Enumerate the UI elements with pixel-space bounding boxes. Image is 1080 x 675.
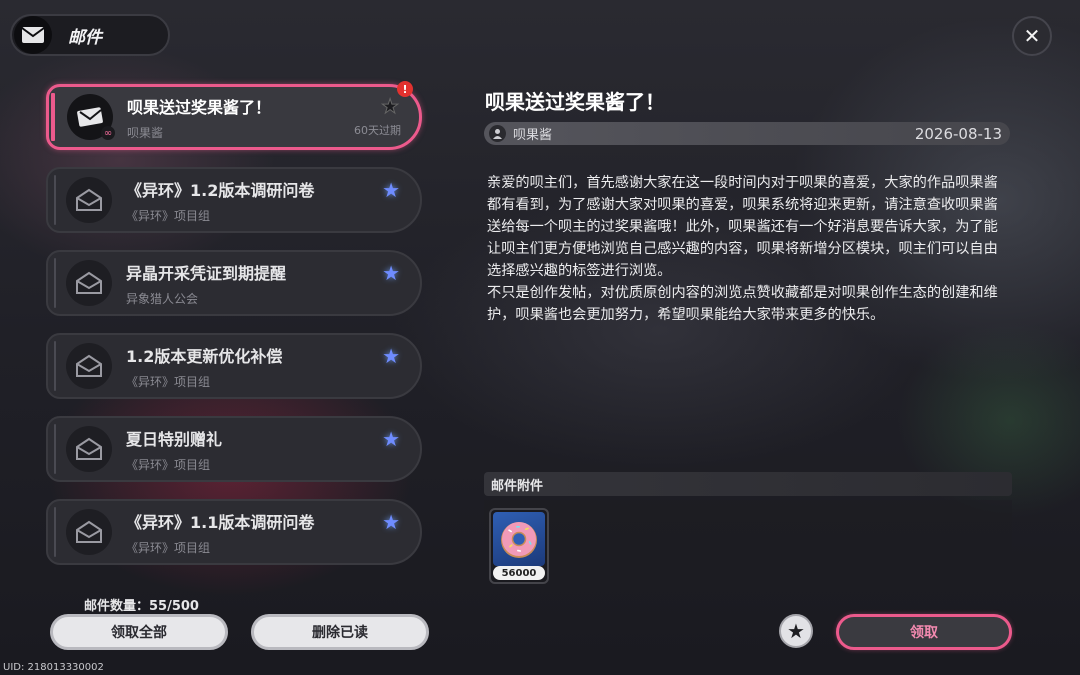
open-envelope-icon xyxy=(66,509,112,555)
donut-icon xyxy=(493,512,545,566)
mail-sender: 《异环》项目组 xyxy=(126,457,211,472)
star-icon[interactable]: ★ xyxy=(382,344,400,368)
alert-badge: ! xyxy=(397,81,413,97)
attachments-area xyxy=(484,500,1012,588)
mail-list: ∞ 呗果送过奖果酱了！ 呗果酱 ★ 60天过期 ! 《异环》1.2版本调研问卷 … xyxy=(46,81,422,582)
close-icon: ✕ xyxy=(1023,24,1041,48)
sender-name: 呗果酱 xyxy=(513,128,553,143)
mail-item[interactable]: 1.2版本更新优化补偿 《异环》项目组 ★ xyxy=(46,333,422,399)
mail-title: 异晶开采凭证到期提醒 xyxy=(126,263,287,283)
mail-item[interactable]: 《异环》1.1版本调研问卷 《异环》项目组 ★ xyxy=(46,499,422,565)
mail-item[interactable]: 夏日特别赠礼 《异环》项目组 ★ xyxy=(46,416,422,482)
star-icon[interactable]: ★ xyxy=(382,178,400,202)
mail-item[interactable]: 异晶开采凭证到期提醒 异象猎人公会 ★ xyxy=(46,250,422,316)
mail-title: 《异环》1.1版本调研问卷 xyxy=(126,512,315,532)
link-icon: ∞ xyxy=(101,126,115,140)
mail-sender: 《异环》项目组 xyxy=(126,208,211,223)
star-icon[interactable]: ★ xyxy=(382,510,400,534)
mail-sender: 《异环》项目组 xyxy=(126,374,211,389)
claim-button[interactable]: 领取 xyxy=(836,614,1012,650)
mail-item[interactable]: 《异环》1.2版本调研问卷 《异环》项目组 ★ xyxy=(46,167,422,233)
open-envelope-icon xyxy=(66,426,112,472)
mail-sender: 《异环》项目组 xyxy=(126,540,211,555)
star-icon[interactable]: ★ xyxy=(381,94,400,119)
letter-icon: ∞ xyxy=(67,94,115,140)
attachments-header: 邮件附件 xyxy=(484,472,1012,496)
mail-title: 1.2版本更新优化补偿 xyxy=(126,346,283,366)
envelope-icon xyxy=(14,16,52,54)
close-button[interactable]: ✕ xyxy=(1012,16,1052,56)
star-icon[interactable]: ★ xyxy=(382,261,400,285)
body-paragraph: 亲爱的呗主们，首先感谢大家在这一段时间内对于呗果的喜爱，大家的作品呗果酱都有看到… xyxy=(487,175,998,279)
mail-title: 呗果送过奖果酱了！ xyxy=(127,97,272,117)
mail-item-selected[interactable]: ∞ 呗果送过奖果酱了！ 呗果酱 ★ 60天过期 ! xyxy=(46,81,422,150)
star-icon: ★ xyxy=(787,619,805,643)
mail-title: 夏日特别赠礼 xyxy=(126,429,223,449)
claim-all-button[interactable]: 领取全部 xyxy=(50,614,228,650)
expiry-label: 60天过期 xyxy=(354,124,401,137)
open-envelope-icon xyxy=(66,177,112,223)
sender-bar: 呗果酱 2026-08-13 xyxy=(484,122,1010,145)
mail-detail-title: 呗果送过奖果酱了！ xyxy=(485,90,665,114)
open-envelope-icon xyxy=(66,343,112,389)
delete-read-button[interactable]: 删除已读 xyxy=(251,614,429,650)
user-icon xyxy=(489,125,506,142)
mail-sender: 异象猎人公会 xyxy=(126,291,199,306)
mail-count: 邮件数量：55/500 xyxy=(84,599,199,614)
mail-title: 《异环》1.2版本调研问卷 xyxy=(126,180,315,200)
attachments-label: 邮件附件 xyxy=(491,478,544,494)
open-envelope-icon xyxy=(66,260,112,306)
body-paragraph: 不只是创作发帖，对优质原创内容的浏览点赞收藏都是对呗果创作生态的创建和维护，呗果… xyxy=(487,285,998,323)
favorite-button[interactable]: ★ xyxy=(779,614,813,648)
attachment-item[interactable]: 56000 xyxy=(489,508,549,584)
mail-body: 亲爱的呗主们，首先感谢大家在这一段时间内对于呗果的喜爱，大家的作品呗果酱都有看到… xyxy=(487,172,1003,326)
mail-date: 2026-08-13 xyxy=(914,124,1002,143)
uid-label: UID: 218013330002 xyxy=(3,662,104,673)
attachment-quantity: 56000 xyxy=(493,566,545,580)
star-icon[interactable]: ★ xyxy=(382,427,400,451)
mail-header: 邮件 xyxy=(10,14,170,56)
page-title: 邮件 xyxy=(68,27,102,48)
